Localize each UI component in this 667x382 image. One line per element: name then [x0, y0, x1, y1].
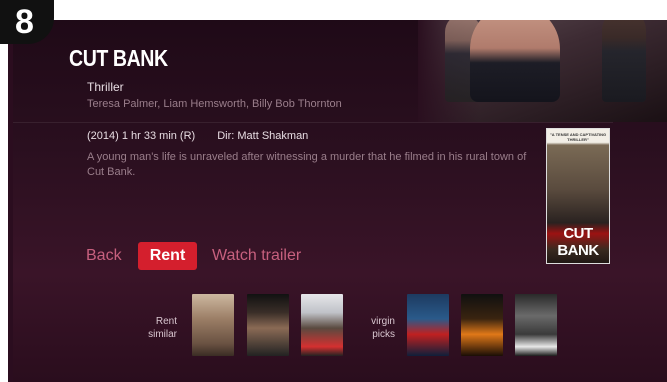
virgin-pick-thumb-1[interactable] [407, 294, 449, 356]
movie-year-runtime-rating: (2014) 1 hr 33 min (R) [87, 130, 196, 142]
rent-similar-label: Rent similar [141, 315, 177, 341]
virgin-picks-line2: picks [372, 329, 395, 340]
rent-button[interactable]: Rent [138, 242, 197, 270]
hero-person-right [602, 20, 646, 102]
similar-movie-thumb-1[interactable] [192, 294, 234, 356]
tv-screen: CUT BANK Thriller Teresa Palmer, Liam He… [13, 20, 667, 382]
movie-poster[interactable]: "A TENSE AND CAPTIVATING THRILLER" CUT B… [546, 128, 610, 264]
movie-director: Dir: Matt Shakman [217, 130, 309, 142]
similar-movie-thumb-2[interactable] [247, 294, 289, 356]
movie-cast: Teresa Palmer, Liam Hemsworth, Billy Bob… [87, 98, 342, 110]
hero-person-center [470, 20, 560, 102]
movie-meta: (2014) 1 hr 33 min (R) Dir: Matt Shakman [87, 130, 308, 142]
section-divider [13, 122, 613, 123]
back-button[interactable]: Back [86, 247, 122, 265]
rent-similar-line1: Rent [155, 316, 177, 327]
watch-trailer-button[interactable]: Watch trailer [212, 247, 301, 265]
virgin-pick-thumb-3[interactable] [515, 294, 557, 356]
virgin-pick-thumb-2[interactable] [461, 294, 503, 356]
similar-movie-thumb-3[interactable] [301, 294, 343, 356]
movie-description: A young man's life is unraveled after wi… [87, 151, 527, 178]
virgin-picks-line1: virgin [371, 316, 395, 327]
virgin-picks-label: virgin picks [361, 315, 395, 341]
movie-genre: Thriller [87, 80, 124, 94]
left-edge [0, 20, 13, 382]
poster-tagline: "A TENSE AND CAPTIVATING THRILLER" [549, 132, 607, 142]
movie-title: CUT BANK [69, 45, 168, 71]
rent-similar-line2: similar [148, 329, 177, 340]
step-number: 8 [15, 3, 34, 41]
poster-title: CUT BANK [557, 225, 599, 259]
